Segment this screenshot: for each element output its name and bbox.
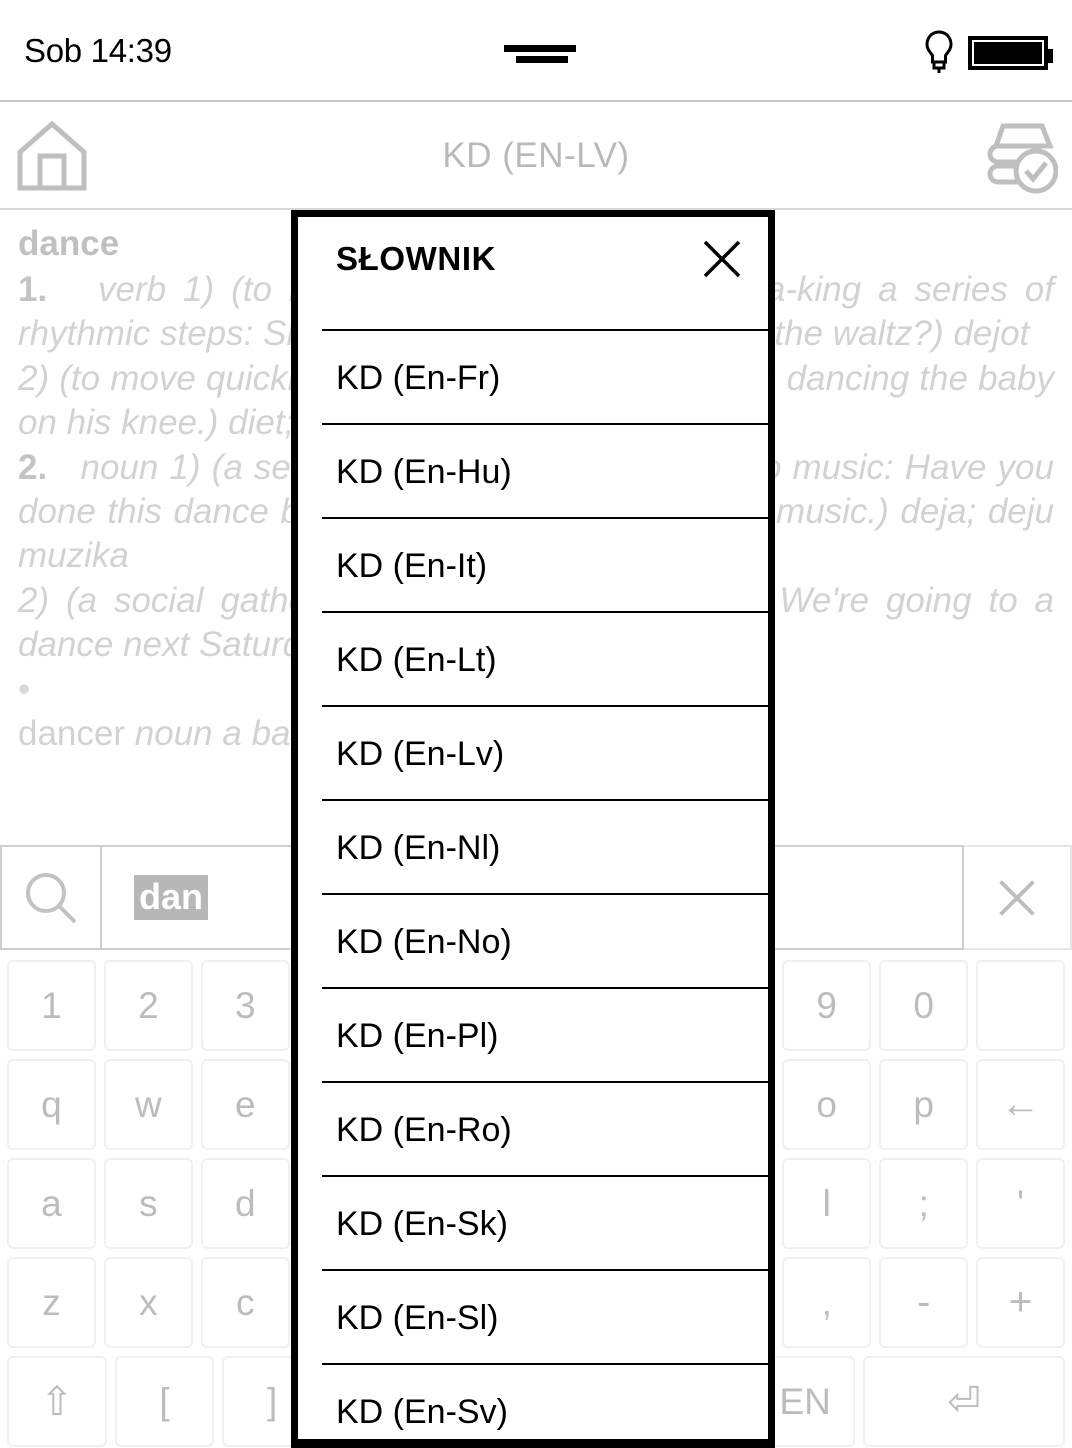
key-backspace[interactable]: ← — [976, 1059, 1065, 1150]
list-item[interactable]: KD (En-Fr) — [298, 331, 768, 425]
key-blank[interactable] — [976, 960, 1065, 1051]
status-bar: Sob 14:39 — [0, 0, 1072, 102]
key-3[interactable]: 3 — [200, 960, 290, 1051]
sense-2-pos: noun — [80, 447, 159, 487]
search-input-value: dan — [134, 874, 209, 921]
dialog-title: SŁOWNIK — [336, 240, 497, 277]
dictionary-list[interactable]: (En-Es) KD (En-Fr) KD (En-Hu) KD (En-It)… — [298, 301, 768, 1439]
dictionary-name: KD (En-Nl) — [336, 828, 501, 867]
list-item[interactable]: KD (En-It) — [298, 519, 768, 613]
key-e[interactable]: e — [200, 1059, 290, 1150]
ereader-screen: Sob 14:39 KD (EN-LV) dance 1. verb 1) (t… — [0, 0, 1072, 1448]
page-title: KD (EN-LV) — [442, 136, 630, 175]
key-w[interactable]: w — [103, 1059, 193, 1150]
key-s[interactable]: s — [103, 1158, 193, 1249]
derived-pos: noun — [134, 714, 213, 754]
close-icon[interactable] — [698, 235, 746, 283]
search-icon[interactable] — [0, 845, 100, 950]
dictionary-name: KD (En-Sl) — [336, 1298, 499, 1337]
key-semicolon[interactable]: ; — [879, 1158, 969, 1249]
dictionary-name: KD (En-No) — [336, 922, 512, 961]
derived-word: dancer — [18, 714, 126, 754]
sense-1-pos: verb — [98, 269, 167, 309]
key-l[interactable]: l — [782, 1158, 872, 1249]
dictionary-name: KD (En-Ro) — [336, 1110, 512, 1149]
key-p[interactable]: p — [879, 1059, 969, 1150]
dictionary-name: KD (En-Hu) — [336, 452, 512, 491]
key-9[interactable]: 9 — [782, 960, 872, 1051]
search-clear-button[interactable] — [964, 845, 1072, 950]
list-item[interactable]: KD (En-Sv) — [298, 1365, 768, 1439]
list-item[interactable]: KD (En-Sl) — [298, 1271, 768, 1365]
list-item[interactable]: KD (En-Hu) — [298, 425, 768, 519]
list-item[interactable]: KD (En-Sk) — [298, 1177, 768, 1271]
key-1[interactable]: 1 — [7, 960, 96, 1051]
list-item[interactable]: (En-Es) — [298, 301, 768, 331]
key-2[interactable]: 2 — [103, 960, 193, 1051]
key-apostrophe[interactable]: ' — [976, 1158, 1065, 1249]
dictionary-name: KD (En-Fr) — [336, 358, 501, 397]
list-item[interactable]: KD (En-No) — [298, 895, 768, 989]
sense-2-number: 2. — [18, 447, 48, 487]
list-item[interactable]: KD (En-Lt) — [298, 613, 768, 707]
dictionary-picker-dialog: SŁOWNIK (En-Es) KD (En-Fr) KD (En-Hu) KD… — [291, 210, 775, 1448]
dictionary-name: KD (En-Sk) — [336, 1204, 508, 1243]
key-x[interactable]: x — [103, 1257, 193, 1348]
key-enter[interactable]: ⏎ — [862, 1356, 1065, 1447]
list-item[interactable]: KD (En-Pl) — [298, 989, 768, 1083]
dictionary-name: KD (En-Sv) — [336, 1392, 508, 1431]
dictionary-check-icon[interactable] — [976, 116, 1059, 196]
dictionary-name: KD (En-It) — [336, 546, 488, 585]
key-a[interactable]: a — [7, 1158, 96, 1249]
key-comma[interactable]: , — [782, 1257, 872, 1348]
key-bracket-left[interactable]: [ — [114, 1356, 215, 1447]
dialog-header: SŁOWNIK — [298, 217, 768, 301]
key-shift[interactable]: ⇧ — [7, 1356, 107, 1447]
dictionary-name: KD (En-Lt) — [336, 640, 497, 679]
key-z[interactable]: z — [7, 1257, 96, 1348]
list-item[interactable]: KD (En-Lv) — [298, 707, 768, 801]
drag-handle-icon[interactable] — [504, 41, 576, 63]
key-c[interactable]: c — [200, 1257, 290, 1348]
status-clock: Sob 14:39 — [24, 32, 172, 69]
key-0[interactable]: 0 — [879, 960, 969, 1051]
dictionary-name: KD (En-Pl) — [336, 1016, 499, 1055]
battery-full-icon — [968, 36, 1053, 70]
key-minus[interactable]: - — [879, 1257, 969, 1348]
lightbulb-icon[interactable] — [924, 30, 954, 74]
sense-1-number: 1. — [18, 269, 48, 309]
list-item[interactable]: KD (En-Nl) — [298, 801, 768, 895]
key-q[interactable]: q — [7, 1059, 96, 1150]
key-plus[interactable]: + — [976, 1257, 1065, 1348]
dictionary-name: KD (En-Lv) — [336, 734, 505, 773]
key-o[interactable]: o — [782, 1059, 872, 1150]
key-d[interactable]: d — [200, 1158, 290, 1249]
list-item[interactable]: KD (En-Ro) — [298, 1083, 768, 1177]
app-toolbar: KD (EN-LV) — [0, 102, 1072, 210]
